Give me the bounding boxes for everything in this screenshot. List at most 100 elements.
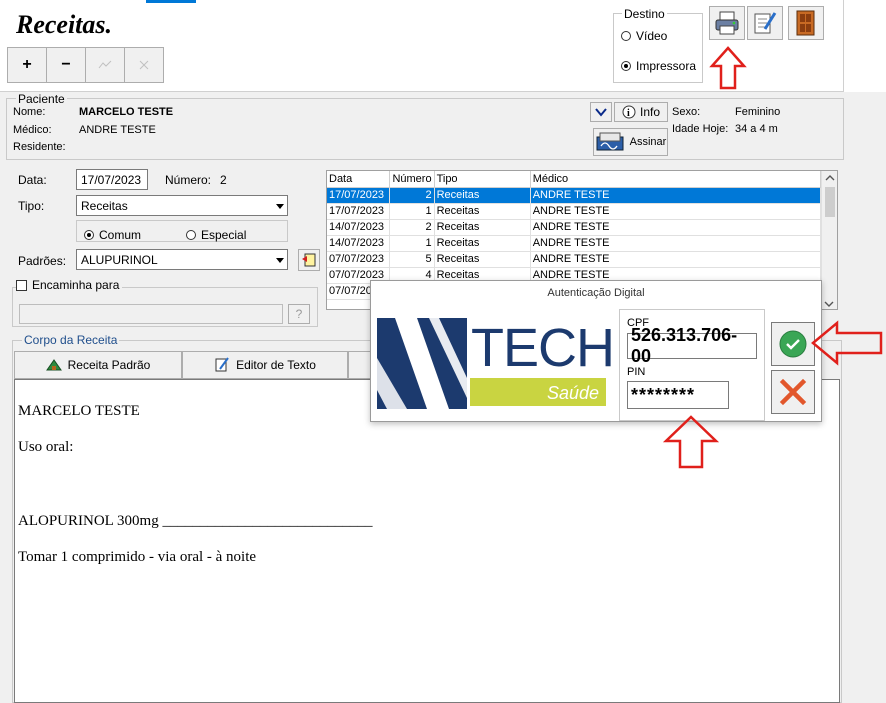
radio-especial-dot[interactable] [186, 230, 196, 240]
annotation-arrow-up-icon [709, 46, 747, 90]
editor-line: MARCELO TESTE [18, 403, 140, 419]
add-button[interactable]: + [7, 47, 47, 83]
table-cell: 2 [389, 219, 435, 236]
encaminha-help-button[interactable]: ? [288, 304, 310, 324]
svg-text:i: i [627, 108, 630, 119]
table-row[interactable]: 14/07/2023 2 Receitas ANDRE TESTE [327, 219, 822, 236]
info-button[interactable]: i Info [614, 102, 668, 122]
scroll-thumb[interactable] [825, 187, 835, 217]
pin-label: PIN [627, 366, 646, 378]
padroes-load-button[interactable] [298, 249, 320, 271]
tipo-value: Receitas [81, 198, 128, 213]
paciente-legend: Paciente [16, 92, 67, 106]
encaminha-label: Encaminha para [32, 278, 120, 292]
residente-label: Residente: [13, 141, 66, 153]
document-pen-icon [754, 12, 777, 34]
chevron-down-icon [595, 108, 607, 117]
editor-line: Tomar 1 comprimido - via oral - à noite [18, 549, 257, 565]
sexo-label: Sexo: [672, 106, 701, 118]
auth-dialog: Autenticação Digital TECH Saúde CPF 526.… [370, 280, 822, 422]
assinar-button[interactable]: Assinar [593, 128, 668, 156]
expand-button[interactable] [590, 102, 612, 122]
remove-button[interactable]: − [46, 47, 86, 83]
table-cell: Receitas [434, 235, 531, 252]
table-cell: 2 [389, 187, 435, 204]
table-cell: 1 [389, 235, 435, 252]
table-cell: ANDRE TESTE [530, 235, 822, 252]
editor-texto-label: Editor de Texto [236, 358, 316, 372]
table-row[interactable]: 17/07/2023 1 Receitas ANDRE TESTE [327, 203, 822, 220]
info-label: Info [639, 105, 660, 119]
confirm-button[interactable] [85, 47, 125, 83]
radio-video[interactable]: Vídeo [621, 29, 667, 43]
receita-padrao-button[interactable]: Receita Padrão [14, 351, 182, 379]
exit-button[interactable] [788, 6, 824, 40]
radio-impressora[interactable]: Impressora [621, 59, 696, 73]
divider [843, 0, 844, 92]
radio-video-dot[interactable] [621, 31, 631, 41]
col-header-data[interactable]: Data [327, 171, 391, 188]
numero-value: 2 [220, 173, 227, 187]
radio-comum-dot[interactable] [84, 230, 94, 240]
table-cell: 5 [389, 251, 435, 268]
table-cell: ANDRE TESTE [530, 251, 822, 268]
assinar-label: Assinar [629, 136, 667, 148]
table-cell: ANDRE TESTE [530, 219, 822, 236]
scroll-up-icon[interactable] [825, 174, 835, 182]
check-circle-icon [779, 330, 807, 358]
table-cell: Receitas [434, 251, 531, 268]
padroes-select[interactable]: ALUPURINOL [76, 249, 288, 270]
cancel-icon [139, 60, 149, 70]
encaminha-checkbox[interactable]: Encaminha para [16, 278, 123, 292]
info-icon: i [622, 105, 636, 119]
annotation-arrow-up-pin-icon [662, 415, 720, 469]
padroes-value: ALUPURINOL [81, 252, 158, 267]
radio-especial[interactable]: Especial [186, 228, 246, 242]
idade-value: 34 a 4 m [735, 123, 778, 135]
table-row[interactable]: 17/07/2023 2 Receitas ANDRE TESTE [327, 187, 822, 204]
radio-impressora-label: Impressora [636, 59, 697, 73]
table-cell: 17/07/2023 [327, 187, 391, 204]
annotation-arrow-left-icon [811, 320, 883, 366]
cancel-auth-button[interactable] [771, 370, 815, 414]
extra-tab-button[interactable] [348, 351, 372, 379]
nome-value: MARCELO TESTE [79, 106, 174, 118]
cpf-field[interactable]: 526.313.706-00 [627, 325, 757, 366]
col-header-tipo[interactable]: Tipo [434, 171, 531, 188]
table-scrollbar[interactable] [821, 171, 837, 309]
radio-comum-label: Comum [99, 228, 142, 242]
auth-dialog-title: Autenticação Digital [547, 287, 645, 299]
signature-icon [596, 132, 624, 151]
pin-field[interactable]: ******** [627, 381, 729, 409]
table-cell: 07/07/2023 [327, 251, 391, 268]
confirm-auth-button[interactable] [771, 322, 815, 366]
table-cell: ANDRE TESTE [530, 203, 822, 220]
radio-video-label: Vídeo [636, 29, 668, 43]
logo-tech-text: TECH [471, 318, 615, 378]
printer-icon [715, 11, 739, 35]
editor-texto-button[interactable]: Editor de Texto [182, 351, 348, 379]
radio-impressora-dot[interactable] [621, 61, 631, 71]
data-label: Data: [18, 173, 47, 187]
radio-comum[interactable]: Comum [84, 228, 141, 242]
receita-padrao-label: Receita Padrão [67, 358, 151, 372]
check-icon [98, 60, 112, 69]
table-row[interactable]: 07/07/2023 5 Receitas ANDRE TESTE [327, 251, 822, 268]
tipo-label: Tipo: [18, 199, 45, 213]
scroll-down-icon[interactable] [824, 300, 834, 308]
col-header-medico[interactable]: Médico [530, 171, 822, 188]
encaminha-field[interactable] [19, 304, 283, 324]
kw-tech-logo: TECH Saúde [377, 318, 615, 409]
tipo-select[interactable]: Receitas [76, 195, 288, 216]
corpo-legend: Corpo da Receita [22, 333, 120, 347]
data-field[interactable]: 17/07/2023 [76, 169, 148, 190]
encaminha-checkbox-box[interactable] [16, 279, 27, 291]
cancel-button[interactable] [124, 47, 164, 83]
table-cell: 1 [389, 203, 435, 220]
print-button[interactable] [709, 6, 745, 40]
edit-document-button[interactable] [747, 6, 783, 40]
right-panel [843, 92, 886, 703]
destino-legend: Destino [622, 7, 667, 21]
col-header-numero[interactable]: Número [389, 171, 435, 188]
table-row[interactable]: 14/07/2023 1 Receitas ANDRE TESTE [327, 235, 822, 252]
